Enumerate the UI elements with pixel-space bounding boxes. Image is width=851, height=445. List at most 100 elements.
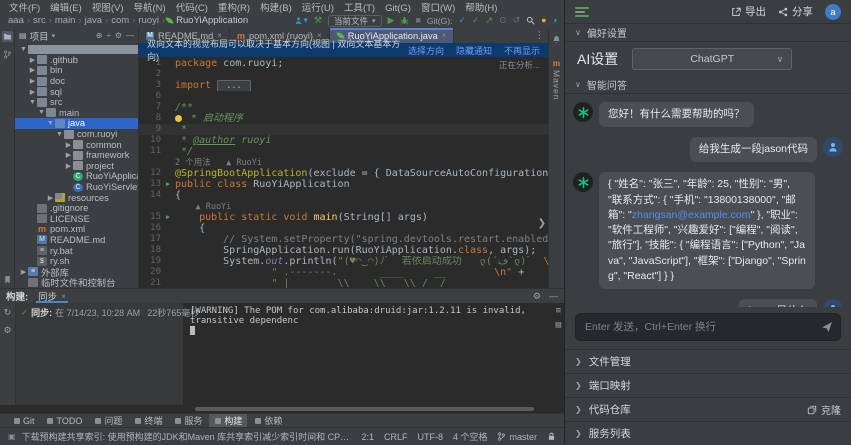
export-button[interactable]: 导出: [731, 4, 766, 19]
search-everywhere-icon[interactable]: [526, 16, 535, 25]
tree-item[interactable]: ▼java: [15, 118, 138, 129]
breadcrumb-item[interactable]: java: [83, 15, 104, 26]
menu-item[interactable]: 运行(U): [297, 3, 339, 14]
git-push-button[interactable]: ↗: [485, 16, 493, 25]
section-服务列表[interactable]: ❯服务列表: [565, 421, 851, 445]
breadcrumb-item[interactable]: ruoyi: [136, 15, 161, 26]
menu-item[interactable]: 帮助(H): [460, 3, 502, 14]
model-select[interactable]: ChatGPT ∨: [632, 48, 792, 70]
tree-item[interactable]: ▶bin: [15, 65, 138, 76]
menu-item[interactable]: 编辑(E): [45, 3, 87, 14]
menu-item[interactable]: 视图(V): [87, 3, 129, 14]
close-icon[interactable]: ×: [442, 31, 447, 40]
maven-tool-button[interactable]: m Maven: [552, 58, 562, 101]
chevron-down-icon[interactable]: ▾: [52, 32, 56, 40]
git-history-button[interactable]: ⊙: [499, 16, 507, 25]
menu-item[interactable]: 工具(T): [339, 3, 380, 14]
tree-item[interactable]: CRuoYiServletInitializer: [15, 182, 138, 193]
run-config-selector[interactable]: 当前文件▾: [328, 15, 382, 27]
menu-item[interactable]: Git(G): [380, 3, 416, 14]
expand-right-chevron[interactable]: ❯: [538, 218, 546, 229]
tree-item[interactable]: ▶common: [15, 139, 138, 150]
line-separator[interactable]: CRLF: [384, 432, 408, 442]
notifications-bell-icon[interactable]: [552, 31, 561, 49]
debug-button[interactable]: [400, 16, 409, 25]
tree-item[interactable]: ▼com.ruoyi: [15, 129, 138, 140]
indent-setting[interactable]: 4 个空格: [453, 430, 488, 443]
share-button[interactable]: 分享: [778, 4, 813, 19]
run-button[interactable]: ▶: [388, 16, 395, 25]
tree-chevron-icon[interactable]: ▼: [19, 46, 28, 53]
section-代码仓库[interactable]: ❯代码仓库克隆: [565, 397, 851, 421]
build-output-pane[interactable]: [WARNING] The POM for com.alibaba:druid:…: [184, 303, 564, 405]
toolwindow-git[interactable]: Git: [8, 414, 40, 427]
qa-section-header[interactable]: ∨ 智能问答: [565, 76, 851, 94]
hide-panel-icon[interactable]: —: [126, 31, 134, 40]
tree-item[interactable]: ▼main: [15, 108, 138, 119]
readonly-lock-icon[interactable]: [547, 432, 556, 441]
tree-chevron-icon[interactable]: ▶: [19, 268, 28, 276]
tree-chevron-icon[interactable]: ▶: [28, 77, 37, 85]
tree-chevron-icon[interactable]: ▶: [28, 88, 37, 96]
sync-status-row[interactable]: ✓ 同步: 在 7/14/23, 10:28 AM 22秒765毫秒: [21, 306, 178, 319]
file-encoding[interactable]: UTF-8: [417, 432, 443, 442]
toolwindow-依赖[interactable]: 依赖: [249, 414, 287, 427]
user-menu-icon[interactable]: ▾: [294, 16, 308, 25]
bookmark-tool-button[interactable]: [2, 274, 13, 285]
clone-button[interactable]: 克隆: [807, 402, 841, 417]
menu-item[interactable]: 构建(B): [255, 3, 297, 14]
status-event-icon[interactable]: ▣: [8, 432, 16, 441]
project-settings-icon[interactable]: ⚙: [115, 31, 122, 40]
code-editor[interactable]: 正在分析... 1package com.ruoyi;23import ... …: [139, 57, 548, 288]
filter-icon[interactable]: ⚙: [3, 325, 11, 336]
soft-wrap-icon[interactable]: ≡: [556, 306, 561, 316]
menu-item[interactable]: 重构(R): [213, 3, 255, 14]
menu-item[interactable]: 文件(F): [4, 3, 45, 14]
tree-item[interactable]: ▶sql: [15, 86, 138, 97]
project-tool-button[interactable]: [2, 31, 13, 42]
close-icon[interactable]: ×: [61, 292, 66, 301]
section-文件管理[interactable]: ❯文件管理: [565, 349, 851, 373]
breadcrumb-item[interactable]: com: [109, 15, 131, 26]
git-commit-button[interactable]: ✓: [472, 16, 480, 25]
run-gutter-icon[interactable]: ▶: [161, 179, 175, 190]
horizontal-scrollbar[interactable]: [0, 405, 564, 413]
tree-item[interactable]: $ry.sh: [15, 256, 138, 267]
menu-icon[interactable]: [575, 7, 589, 17]
banner-link[interactable]: 选择方向: [408, 44, 444, 57]
tree-item[interactable]: LICENSE: [15, 214, 138, 225]
toolwindow-构建[interactable]: 构建: [209, 414, 247, 427]
toolwindow-终端[interactable]: 终端: [129, 414, 167, 427]
tree-chevron-icon[interactable]: ▶: [28, 56, 37, 64]
git-update-button[interactable]: ✓: [458, 16, 466, 25]
tree-chevron-icon[interactable]: ▶: [64, 162, 73, 170]
git-branch-widget[interactable]: master: [497, 432, 537, 442]
commit-tool-button[interactable]: [2, 49, 13, 60]
banner-link[interactable]: 隐藏通知: [456, 44, 492, 57]
run-gutter-icon[interactable]: ▶: [161, 212, 175, 223]
tree-item[interactable]: ▶doc: [15, 76, 138, 87]
toolwindow-todo[interactable]: TODO: [42, 414, 88, 427]
git-rollback-button[interactable]: ↺: [513, 16, 521, 25]
status-message[interactable]: 下载预构建共享索引: 使用预构建的JDK和Maven 库共享索引减少索引时间和 …: [22, 430, 352, 443]
toolwindow-问题[interactable]: 问题: [89, 414, 127, 427]
console-settings-icon[interactable]: ⚙: [533, 291, 541, 302]
tree-chevron-icon[interactable]: ▶: [64, 151, 73, 159]
tree-chevron-icon[interactable]: ▼: [46, 120, 55, 127]
breadcrumb-item[interactable]: src: [31, 15, 48, 26]
section-端口映射[interactable]: ❯端口映射: [565, 373, 851, 397]
tree-item[interactable]: ▶framework: [15, 150, 138, 161]
settings-notification-icon[interactable]: ●: [541, 16, 546, 25]
tree-chevron-icon[interactable]: ▼: [37, 109, 46, 116]
tree-chevron-icon[interactable]: ▶: [46, 194, 55, 202]
tree-chevron-icon[interactable]: ▼: [55, 131, 64, 138]
tree-item[interactable]: ▶resources: [15, 192, 138, 203]
tree-item[interactable]: ▶project: [15, 161, 138, 172]
preferences-section-header[interactable]: ∨ 偏好设置: [565, 24, 851, 42]
tree-item[interactable]: CRuoYiApplication: [15, 171, 138, 182]
locate-file-icon[interactable]: ⊕: [96, 31, 103, 40]
menu-item[interactable]: 导航(N): [128, 3, 170, 14]
tree-item[interactable]: ▶.github: [15, 55, 138, 66]
tree-item[interactable]: 临时文件和控制台: [15, 277, 138, 288]
tree-item[interactable]: .gitignore: [15, 203, 138, 214]
